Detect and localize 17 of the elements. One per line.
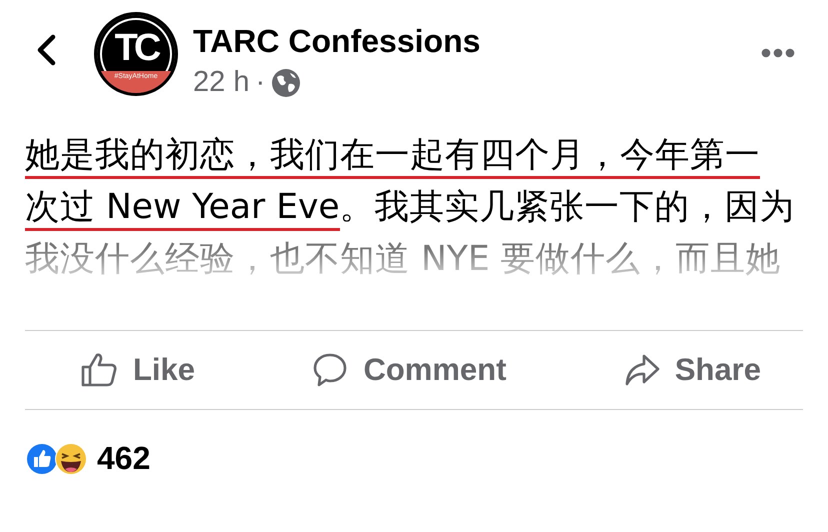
- separator-dot: ·: [255, 66, 266, 99]
- post-time: 22 h: [193, 66, 250, 99]
- share-arrow-icon: [624, 353, 660, 387]
- comment-button[interactable]: Comment: [312, 352, 506, 388]
- page-name[interactable]: TARC Confessions: [193, 22, 761, 60]
- like-button[interactable]: Like: [80, 352, 196, 388]
- thumbs-up-icon: [80, 352, 118, 388]
- post-text: 次过 New Year Eve。我其实几紧张一下的，因为: [25, 184, 803, 236]
- post-text: 她是我的初恋，我们在一起有四个月，今年第一: [25, 132, 803, 184]
- share-button[interactable]: Share: [624, 352, 761, 388]
- reaction-count[interactable]: 462: [97, 440, 150, 477]
- more-options-icon[interactable]: [761, 48, 795, 58]
- globe-icon: [271, 68, 302, 98]
- post-text: 我没什么经验，也不知道 NYE 要做什么，而且她: [25, 238, 782, 281]
- back-button[interactable]: [35, 34, 57, 66]
- speech-bubble-icon: [312, 352, 348, 388]
- reaction-icons: [25, 442, 89, 476]
